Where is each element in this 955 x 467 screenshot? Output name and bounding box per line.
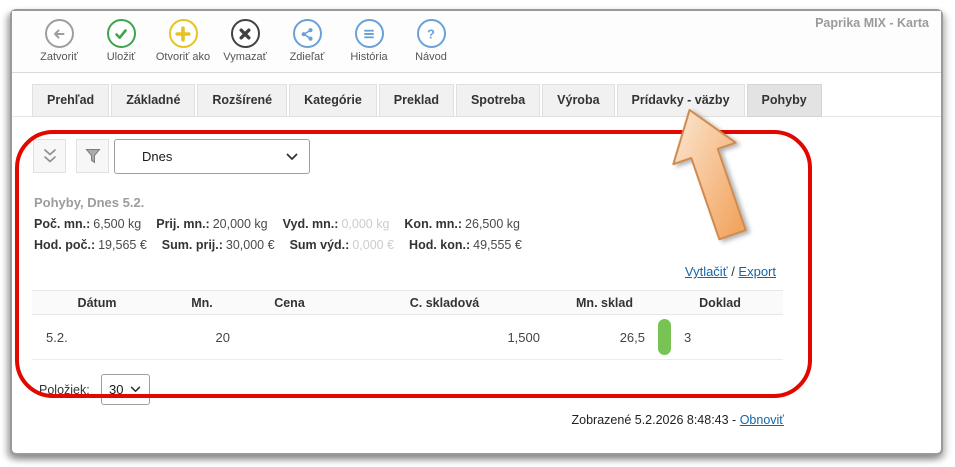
table-header-row: DátumMn.CenaC. skladováMn. skladDoklad <box>32 290 783 315</box>
tab-zakladne[interactable]: Základné <box>111 84 195 117</box>
filter-button[interactable] <box>76 139 109 173</box>
stat-value: 20,000 kg <box>213 217 268 231</box>
period-select-value: Dnes <box>142 149 172 164</box>
summary-row-quantities: Poč. mn.:6,500 kg Prij. mn.: 20,000 kg Vyd.… <box>34 217 520 231</box>
stat-vyd-mn: Vyd. mn.:0,000 kg <box>283 217 390 231</box>
toolbar-button-vymazat[interactable]: Vymazať <box>214 19 276 63</box>
toolbar-button-label: Zatvoriť <box>40 51 78 63</box>
stat-label: Hod. poč.: <box>34 238 95 252</box>
stat-value: 0,000 € <box>352 238 394 252</box>
print-export-links: Vytlačiť / Export <box>685 264 776 279</box>
tab-bar: PrehľadZákladnéRozšírenéKategóriePreklad… <box>32 84 822 117</box>
toolbar-button-zdielat[interactable]: Zdieľať <box>276 19 338 63</box>
period-select[interactable]: Dnes <box>114 139 310 174</box>
stat-sum-vyd: Sum výd.:0,000 € <box>290 238 394 252</box>
stat-sum-prij: Sum. prij.:30,000 € <box>162 238 275 252</box>
items-per-page-value: 30 <box>109 382 123 397</box>
stat-value: 26,500 kg <box>465 217 520 231</box>
column-header-cena: Cena <box>242 296 337 310</box>
cell-datum: 5.2. <box>32 330 162 345</box>
stat-value: 19,565 € <box>98 238 147 252</box>
print-link[interactable]: Vytlačiť <box>685 264 728 279</box>
column-header-doklad: Doklad <box>657 296 783 310</box>
movements-table: DátumMn.CenaC. skladováMn. skladDoklad 5… <box>32 290 783 360</box>
movement-indicator-bar <box>658 319 671 355</box>
items-per-page-label: Položiek: <box>39 383 90 397</box>
tab-spotreba[interactable]: Spotreba <box>456 84 540 117</box>
cell-c-skladova: 1,500 <box>337 330 552 345</box>
stat-label: Prij. mn.: <box>156 217 209 231</box>
export-link[interactable]: Export <box>738 264 776 279</box>
stat-label: Sum. prij.: <box>162 238 223 252</box>
cell-mn: 20 <box>162 330 242 345</box>
table-body: 5.2.20 1,50026,5 3 <box>32 315 783 360</box>
x-icon <box>231 19 260 48</box>
stat-hod-poc: Hod. poč.:19,565 € <box>34 238 147 252</box>
items-per-page: Položiek: 30 <box>39 374 150 405</box>
toolbar-button-historia[interactable]: História <box>338 19 400 63</box>
table-row[interactable]: 5.2.20 1,50026,5 3 <box>32 315 783 360</box>
links-separator: / <box>728 264 739 279</box>
toolbar-button-label: Vymazať <box>223 51 266 63</box>
status-text: Zobrazené 5.2.2026 8:48:43 - <box>572 413 740 427</box>
toolbar-button-label: Uložiť <box>107 51 136 63</box>
history-icon <box>355 19 384 48</box>
stat-poc-mn: Poč. mn.:6,500 kg <box>34 217 141 231</box>
svg-text:?: ? <box>427 26 435 41</box>
stat-label: Kon. mn.: <box>404 217 462 231</box>
tab-preklad[interactable]: Preklad <box>379 84 454 117</box>
column-header-mn: Mn. <box>162 296 242 310</box>
items-per-page-select[interactable]: 30 <box>101 374 150 405</box>
doklad-value: 3 <box>684 330 691 345</box>
stat-label: Sum výd.: <box>290 238 350 252</box>
plus-icon <box>169 19 198 48</box>
stat-kon-mn: Kon. mn.:26,500 kg <box>404 217 520 231</box>
check-icon <box>107 19 136 48</box>
stat-value: 6,500 kg <box>93 217 141 231</box>
column-header-c-skladova: C. skladová <box>337 296 552 310</box>
toolbar-button-navod[interactable]: ? Návod <box>400 19 462 63</box>
status-line: Zobrazené 5.2.2026 8:48:43 - Obnoviť <box>572 413 784 427</box>
toolbar-button-zatvorit[interactable]: Zatvoriť <box>28 19 90 63</box>
arrow-annotation <box>628 96 798 261</box>
toolbar-button-label: Otvoriť ako <box>156 51 210 63</box>
double-chevron-down-icon <box>40 147 60 166</box>
toolbar-button-otvorit-ako[interactable]: Otvoriť ako <box>152 19 214 63</box>
stat-prij-mn: Prij. mn.: 20,000 kg <box>156 217 267 231</box>
stat-value: 0,000 kg <box>341 217 389 231</box>
toolbar: Zatvoriť Uložiť Otvoriť ako Vymazať Zdieľať H… <box>12 11 941 73</box>
tab-vyroba[interactable]: Výroba <box>542 84 614 117</box>
stat-value: 49,555 € <box>473 238 522 252</box>
refresh-link[interactable]: Obnoviť <box>740 413 784 427</box>
section-title: Pohyby, Dnes 5.2. <box>34 195 144 210</box>
funnel-icon <box>84 147 102 165</box>
expand-button[interactable] <box>33 139 66 173</box>
tab-pridavky-vazby[interactable]: Prídavky - väzby <box>617 84 745 117</box>
share-icon <box>293 19 322 48</box>
chevron-down-icon <box>130 386 141 393</box>
cell-mn-sklad: 26,5 <box>552 330 657 345</box>
column-header-datum: Dátum <box>32 296 162 310</box>
toolbar-button-label: Návod <box>415 51 447 63</box>
stat-label: Vyd. mn.: <box>283 217 339 231</box>
arrow-left-icon <box>45 19 74 48</box>
toolbar-button-label: Zdieľať <box>290 51 325 63</box>
stat-hod-kon: Hod. kon.:49,555 € <box>409 238 522 252</box>
tab-kategorie[interactable]: Kategórie <box>289 84 377 117</box>
toolbar-button-label: História <box>350 51 387 63</box>
toolbar-button-ulozit[interactable]: Uložiť <box>90 19 152 63</box>
stat-label: Poč. mn.: <box>34 217 90 231</box>
tab-rozsirene[interactable]: Rozšírené <box>197 84 287 117</box>
cell-doklad: 3 <box>657 319 783 355</box>
window-title: Paprika MIX - Karta <box>815 16 929 30</box>
tab-prehlad[interactable]: Prehľad <box>32 84 109 117</box>
app-window: Zatvoriť Uložiť Otvoriť ako Vymazať Zdieľať H… <box>10 9 943 455</box>
tab-pohyby[interactable]: Pohyby <box>747 84 822 117</box>
stat-label: Hod. kon.: <box>409 238 470 252</box>
stat-value: 30,000 € <box>226 238 275 252</box>
question-icon: ? <box>417 19 446 48</box>
chevron-down-icon <box>286 153 298 161</box>
summary-row-values: Hod. poč.:19,565 €Sum. prij.:30,000 €Sum… <box>34 238 522 252</box>
column-header-mn-sklad: Mn. sklad <box>552 296 657 310</box>
